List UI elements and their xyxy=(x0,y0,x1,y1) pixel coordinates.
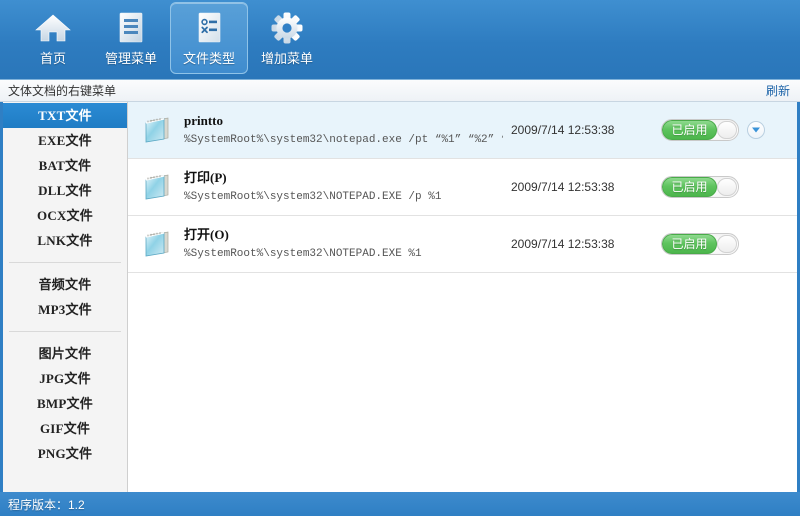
toolbar-item-manage-menu[interactable]: 管理菜单 xyxy=(92,2,170,74)
toolbar-item-file-type[interactable]: 文件类型 xyxy=(170,2,248,74)
notepad-icon xyxy=(136,230,180,258)
toggle-knob xyxy=(717,235,737,253)
row-command: %SystemRoot%\system32\NOTEPAD.EXE %1 xyxy=(184,248,422,260)
toggle-label: 已启用 xyxy=(671,237,708,251)
toolbar-item-add-menu[interactable]: 增加菜单 xyxy=(248,2,326,74)
table-row[interactable]: 打开(O) %SystemRoot%\system32\NOTEPAD.EXE … xyxy=(128,216,797,273)
row-actions: 已启用 xyxy=(661,119,797,141)
sidebar-item-bat[interactable]: BAT文件 xyxy=(3,153,127,178)
toolbar-item-label: 文件类型 xyxy=(182,51,235,66)
sidebar-item-png[interactable]: PNG文件 xyxy=(3,441,127,466)
enable-toggle[interactable]: 已启用 xyxy=(661,176,739,198)
gear-icon xyxy=(265,7,309,49)
row-title: printto xyxy=(184,113,223,128)
toggle-on-track: 已启用 xyxy=(662,234,717,254)
page-title: 文体文档的右键菜单 xyxy=(8,84,117,98)
file-type-list-icon xyxy=(187,7,231,49)
row-actions: 已启用 xyxy=(661,233,797,255)
chevron-down-icon[interactable] xyxy=(747,121,765,139)
row-command: %SystemRoot%\system32\notepad.exe /pt “%… xyxy=(184,134,503,146)
app-window: 首页 管理菜单 文件类型 增加菜单 文体文档的右键菜单 刷新 TXT文件 EXE… xyxy=(0,0,800,516)
row-title: 打印(P) xyxy=(184,170,227,185)
context-menu-header-bar: 文体文档的右键菜单 刷新 xyxy=(0,79,800,102)
status-bar: 程序版本：1.2 xyxy=(0,492,800,516)
enable-toggle[interactable]: 已启用 xyxy=(661,119,739,141)
row-actions: 已启用 xyxy=(661,176,797,198)
sidebar-item-jpg[interactable]: JPG文件 xyxy=(3,366,127,391)
sidebar-item-lnk[interactable]: LNK文件 xyxy=(3,228,127,253)
main-body: TXT文件 EXE文件 BAT文件 DLL文件 OCX文件 LNK文件 音频文件… xyxy=(0,102,800,492)
row-timestamp: 2009/7/14 12:53:38 xyxy=(511,180,615,194)
home-icon xyxy=(31,7,75,49)
toolbar: 首页 管理菜单 文件类型 增加菜单 xyxy=(0,0,800,79)
toggle-label: 已启用 xyxy=(671,180,708,194)
menu-entry-list: printto %SystemRoot%\system32\notepad.ex… xyxy=(128,102,797,492)
sidebar-item-gif[interactable]: GIF文件 xyxy=(3,416,127,441)
toolbar-item-label: 管理菜单 xyxy=(104,51,157,66)
version-text: 程序版本：1.2 xyxy=(8,497,85,512)
toggle-on-track: 已启用 xyxy=(662,120,717,140)
row-title: 打开(O) xyxy=(184,227,229,242)
row-timestamp: 2009/7/14 12:53:38 xyxy=(511,237,615,251)
row-timestamp: 2009/7/14 12:53:38 xyxy=(511,123,615,137)
sidebar-item-mp3[interactable]: MP3文件 xyxy=(3,297,127,322)
sidebar-item-bmp[interactable]: BMP文件 xyxy=(3,391,127,416)
sidebar-item-image[interactable]: 图片文件 xyxy=(3,341,127,366)
row-text-block: 打开(O) %SystemRoot%\system32\NOTEPAD.EXE … xyxy=(180,226,503,262)
sidebar: TXT文件 EXE文件 BAT文件 DLL文件 OCX文件 LNK文件 音频文件… xyxy=(3,102,128,492)
sidebar-item-txt[interactable]: TXT文件 xyxy=(3,103,127,128)
enable-toggle[interactable]: 已启用 xyxy=(661,233,739,255)
toolbar-item-label: 增加菜单 xyxy=(260,51,313,66)
notepad-icon xyxy=(136,173,180,201)
sidebar-divider xyxy=(9,262,121,263)
table-row[interactable]: printto %SystemRoot%\system32\notepad.ex… xyxy=(128,102,797,159)
toggle-knob xyxy=(717,178,737,196)
toolbar-item-label: 首页 xyxy=(39,51,66,66)
table-row[interactable]: 打印(P) %SystemRoot%\system32\NOTEPAD.EXE … xyxy=(128,159,797,216)
toggle-on-track: 已启用 xyxy=(662,177,717,197)
refresh-link[interactable]: 刷新 xyxy=(766,82,790,99)
sidebar-divider xyxy=(9,331,121,332)
sidebar-item-ocx[interactable]: OCX文件 xyxy=(3,203,127,228)
toggle-label: 已启用 xyxy=(671,123,708,137)
sidebar-item-dll[interactable]: DLL文件 xyxy=(3,178,127,203)
row-text-block: 打印(P) %SystemRoot%\system32\NOTEPAD.EXE … xyxy=(180,169,503,205)
row-text-block: printto %SystemRoot%\system32\notepad.ex… xyxy=(180,112,503,148)
sidebar-item-audio[interactable]: 音频文件 xyxy=(3,272,127,297)
document-lines-icon xyxy=(109,7,153,49)
row-command: %SystemRoot%\system32\NOTEPAD.EXE /p %1 xyxy=(184,191,442,203)
sidebar-item-exe[interactable]: EXE文件 xyxy=(3,128,127,153)
toggle-knob xyxy=(717,121,737,139)
toolbar-item-home[interactable]: 首页 xyxy=(14,2,92,74)
notepad-icon xyxy=(136,116,180,144)
